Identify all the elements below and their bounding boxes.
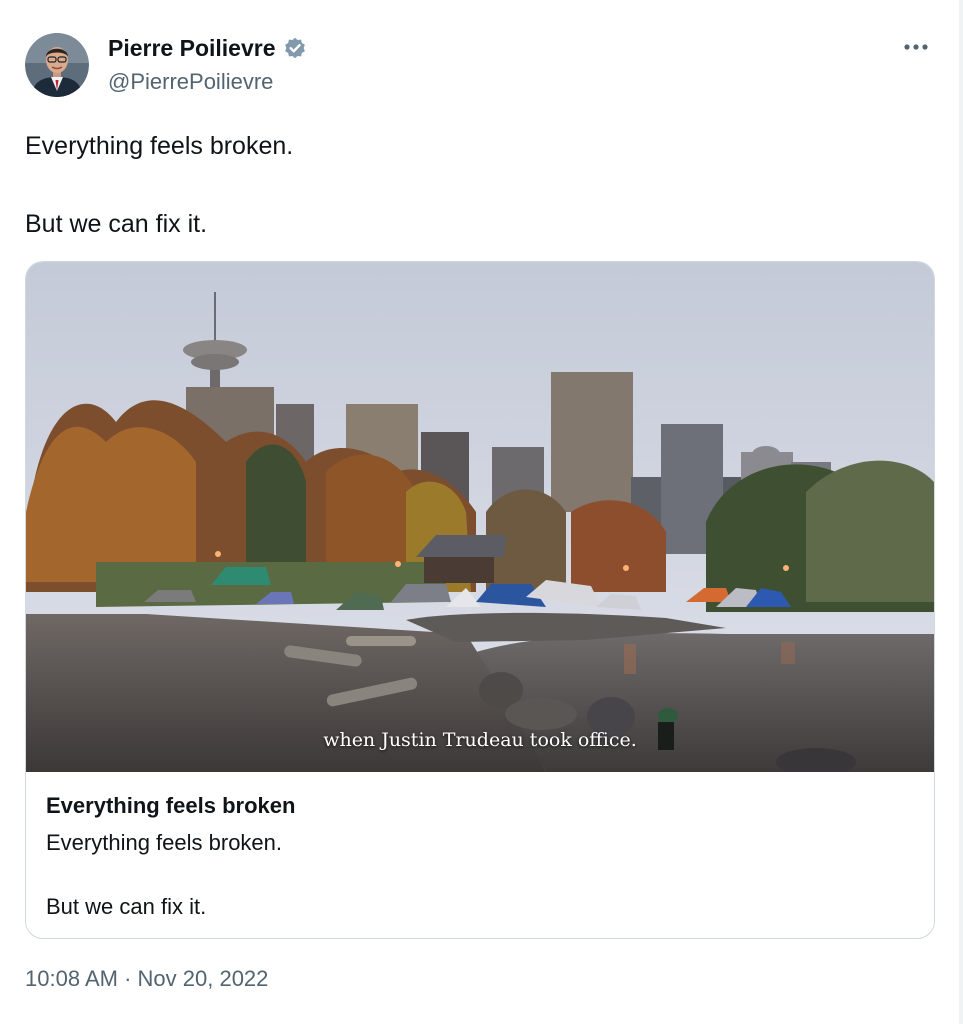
tweet-time[interactable]: 10:08 AM: [25, 966, 118, 991]
link-card[interactable]: when Justin Trudeau took office. Everyth…: [25, 261, 935, 939]
card-description-line: But we can fix it.: [46, 894, 207, 919]
tweet-timestamp[interactable]: 10:08 AM · Nov 20, 2022: [25, 965, 268, 993]
card-body[interactable]: Everything feels broken Everything feels…: [46, 792, 906, 922]
avatar[interactable]: [25, 33, 89, 97]
timestamp-separator: ·: [124, 966, 132, 991]
right-divider: [959, 0, 963, 1024]
author-handle[interactable]: @PierrePoilievre: [108, 68, 273, 96]
tweet-date[interactable]: Nov 20, 2022: [138, 966, 269, 991]
author-name-row[interactable]: Pierre Poilievre: [108, 34, 308, 62]
more-options-icon[interactable]: [899, 30, 933, 64]
tweet-line: But we can fix it.: [25, 210, 208, 238]
video-caption: when Justin Trudeau took office.: [323, 729, 637, 751]
tweet-text: Everything feels broken. But we can fix …: [25, 128, 925, 242]
card-description-line: Everything feels broken.: [46, 830, 283, 855]
card-description: Everything feels broken. But we can fix …: [46, 828, 906, 922]
verified-badge-icon: [282, 35, 308, 61]
card-title[interactable]: Everything feels broken: [46, 792, 906, 820]
tweet-line: Everything feels broken.: [25, 132, 294, 160]
author-display-name[interactable]: Pierre Poilievre: [108, 34, 276, 62]
card-image[interactable]: when Justin Trudeau took office.: [26, 262, 934, 772]
